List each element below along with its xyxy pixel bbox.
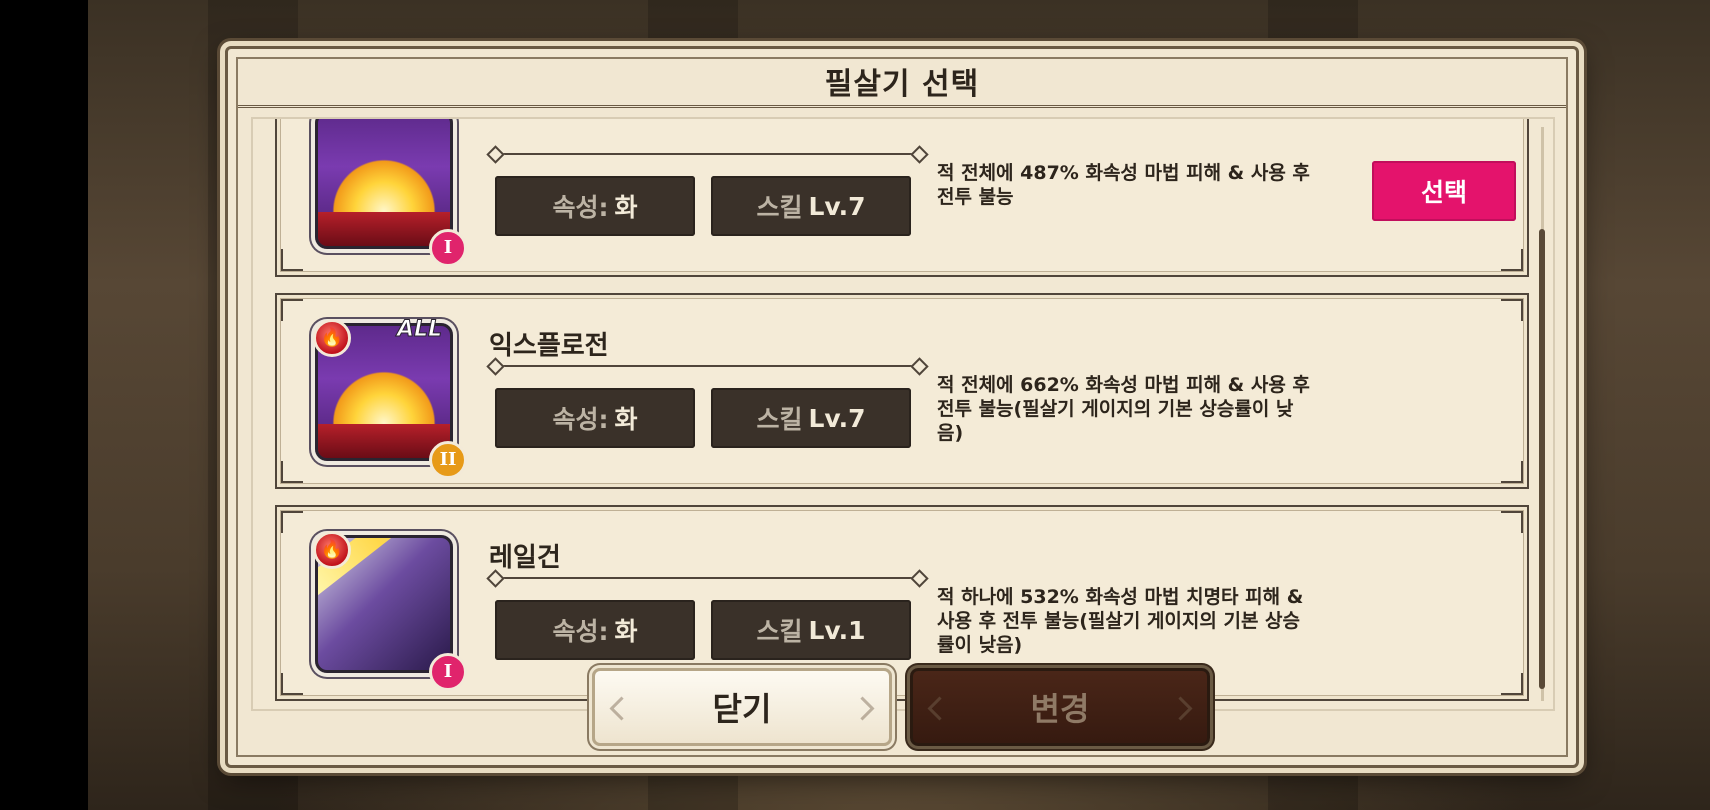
skill-name: 레일건 [489,543,561,573]
skill-level-value: Lv.1 [808,615,866,645]
chevron-left-icon [609,696,634,721]
card-corner [1501,461,1523,483]
chevron-right-icon [1168,696,1193,721]
close-button-label: 닫기 [712,690,772,728]
close-button[interactable]: 닫기 [592,668,892,746]
card-corner [281,461,303,483]
change-button-label: 변경 [1030,690,1090,728]
rank-badge: I [429,653,467,691]
skill-name: 익스플로전 [489,331,609,361]
skill-level-tag: 스킬 Lv.7 [711,388,911,448]
attribute-tag: 속성: 화 [495,176,695,236]
fire-element-icon: 🔥 [313,531,351,569]
skill-level-tag: 스킬 Lv.7 [711,176,911,236]
letterbox-left [0,0,88,810]
skill-description: 적 전체에 662% 화속성 마법 피해 & 사용 후 전투 불능(필살기 게이… [937,374,1310,444]
explosion-skill-icon [315,119,453,249]
select-button[interactable]: 선택 [1372,161,1516,221]
card-corner [1501,249,1523,271]
attribute-tag: 속성: 화 [495,388,695,448]
card-corner [281,511,303,533]
attribute-tag: 속성: 화 [495,600,695,660]
chevron-right-icon [850,696,875,721]
card-corner [281,673,303,695]
attribute-key: 속성: [552,193,609,222]
scrollbar-thumb[interactable] [1539,229,1545,689]
change-button[interactable]: 변경 [910,668,1210,746]
skill-level-key: 스킬 [756,617,803,646]
card-corner [1501,673,1523,695]
card-corner [1501,511,1523,533]
skill-card[interactable]: I 속성: 화 스킬 Lv.7 적 전체에 487% 화속성 마법 피해 & 사… [275,119,1529,277]
skill-level-tag: 스킬 Lv.1 [711,600,911,660]
chevron-left-icon [927,696,952,721]
skill-level-key: 스킬 [756,405,803,434]
card-corner [281,249,303,271]
skill-description: 적 전체에 487% 화속성 마법 피해 & 사용 후 전투 불능 [937,162,1310,208]
skill-divider [495,577,920,579]
attribute-value: 화 [614,193,638,222]
skill-divider [495,153,920,155]
dialog-title: 필살기 선택 [824,67,980,102]
dialog-title-bar: 필살기 선택 [238,57,1566,108]
attribute-key: 속성: [552,617,609,646]
skill-divider [495,365,920,367]
fire-element-icon: 🔥 [313,319,351,357]
rank-badge: I [429,229,467,267]
skill-level-key: 스킬 [756,193,803,222]
attribute-key: 속성: [552,405,609,434]
skill-select-dialog: 필살기 선택 I 속성: 화 스킬 Lv.7 적 전체에 487% 화속성 마법… [225,46,1579,768]
card-corner [281,299,303,321]
skill-card[interactable]: 🔥 I 레일건 속성: 화 스킬 Lv.1 적 하나에 532% 화속성 마법 … [275,505,1529,701]
skill-description: 적 하나에 532% 화속성 마법 치명타 피해 & 사용 후 전투 불능(필살… [937,586,1304,656]
skill-card[interactable]: 🔥 ALL II 익스플로전 속성: 화 스킬 Lv.7 적 전체에 662% … [275,293,1529,489]
attribute-value: 화 [614,617,638,646]
attribute-value: 화 [614,405,638,434]
rank-badge: II [429,441,467,479]
skill-level-value: Lv.7 [808,191,866,221]
skill-list[interactable]: I 속성: 화 스킬 Lv.7 적 전체에 487% 화속성 마법 피해 & 사… [251,117,1555,711]
skill-level-value: Lv.7 [808,403,866,433]
